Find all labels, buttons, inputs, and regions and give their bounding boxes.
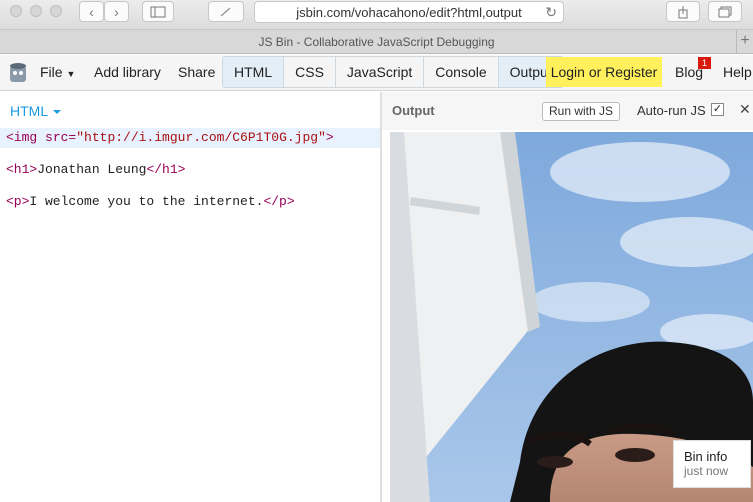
output-label: Output: [392, 103, 435, 118]
code-attribute: src=: [45, 130, 77, 145]
code-text: I welcome you to the internet.: [29, 194, 264, 209]
close-output-icon[interactable]: ✕: [739, 101, 751, 118]
autorun-label: Auto-run JS: [637, 103, 706, 118]
code-tag-close: </h1>: [146, 162, 186, 177]
help-link[interactable]: Help: [723, 64, 752, 80]
caret-down-icon: [53, 110, 62, 115]
tabs-icon: [718, 6, 732, 17]
tab-bar: JS Bin - Collaborative JavaScript Debugg…: [0, 30, 753, 54]
share-page-button[interactable]: [666, 1, 700, 22]
html-editor-panel[interactable]: HTML <img src="http://i.imgur.com/C6P1T0…: [0, 92, 380, 502]
code-line[interactable]: <p>I welcome you to the internet.</p>: [0, 192, 380, 212]
share-button[interactable]: Share: [178, 64, 215, 80]
chevron-left-icon: ‹: [89, 3, 94, 20]
jsbin-toolbar: File ▼ Add library Share HTML CSS JavaSc…: [0, 55, 753, 91]
file-menu-label: File: [40, 64, 63, 80]
url-text: jsbin.com/vohacahono/edit?html,output: [296, 4, 522, 20]
close-window-button[interactable]: [10, 5, 22, 17]
bin-info-title: Bin info: [684, 449, 728, 464]
blog-badge: 1: [698, 57, 711, 69]
tab-javascript[interactable]: JavaScript: [335, 57, 425, 87]
add-library-button[interactable]: Add library: [94, 64, 161, 80]
code-text: Jonathan Leung: [37, 162, 147, 177]
wrench-icon: [220, 6, 231, 17]
jsbin-logo-icon[interactable]: [9, 62, 27, 84]
sidebar-icon: [150, 6, 166, 17]
tab-css[interactable]: CSS: [284, 57, 336, 87]
address-bar[interactable]: jsbin.com/vohacahono/edit?html,output ↻: [254, 1, 564, 23]
minimize-window-button[interactable]: [30, 5, 42, 17]
tab-title[interactable]: JS Bin - Collaborative JavaScript Debugg…: [0, 35, 753, 49]
back-button[interactable]: ‹: [79, 1, 104, 22]
reader-button[interactable]: [208, 1, 244, 22]
editor-language-menu[interactable]: HTML: [10, 103, 62, 119]
sidebar-button[interactable]: [142, 1, 174, 22]
browser-titlebar: ‹ › jsbin.com/vohacahono/edit?html,outpu…: [0, 0, 753, 30]
forward-button[interactable]: ›: [104, 1, 129, 22]
tab-console[interactable]: Console: [424, 57, 499, 87]
bin-info-panel[interactable]: Bin info just now: [673, 440, 751, 488]
code-line[interactable]: <img src="http://i.imgur.com/C6P1T0G.jpg…: [0, 128, 380, 148]
chevron-right-icon: ›: [114, 3, 119, 20]
new-tab-button[interactable]: +: [736, 30, 753, 54]
caret-down-icon: ▼: [66, 69, 76, 79]
file-menu[interactable]: File ▼: [40, 64, 75, 80]
bin-info-time: just now: [684, 464, 729, 478]
code-tag-open: <p>: [6, 194, 30, 209]
code-tag-close: </p>: [263, 194, 295, 209]
code-tag-open: <img: [6, 130, 46, 145]
code-line[interactable]: <h1>Jonathan Leung</h1>: [0, 160, 380, 180]
reload-icon[interactable]: ↻: [545, 4, 557, 21]
tab-html[interactable]: HTML: [223, 57, 285, 87]
run-with-js-button[interactable]: Run with JS: [542, 102, 620, 121]
panel-toggle-group: HTML CSS JavaScript Console Output: [222, 56, 564, 88]
editor-language-label: HTML: [10, 103, 49, 119]
login-register-button[interactable]: Login or Register: [546, 57, 662, 87]
output-header: Output Run with JS Auto-run JS ✓ ✕: [382, 92, 753, 130]
code-string: "http://i.imgur.com/C6P1T0G.jpg": [76, 130, 326, 145]
tabs-overview-button[interactable]: [708, 1, 742, 22]
code-tag-close: >: [325, 130, 334, 145]
zoom-window-button[interactable]: [50, 5, 62, 17]
share-icon: [678, 5, 688, 18]
autorun-checkbox[interactable]: ✓: [711, 103, 724, 116]
code-tag-open: <h1>: [6, 162, 38, 177]
